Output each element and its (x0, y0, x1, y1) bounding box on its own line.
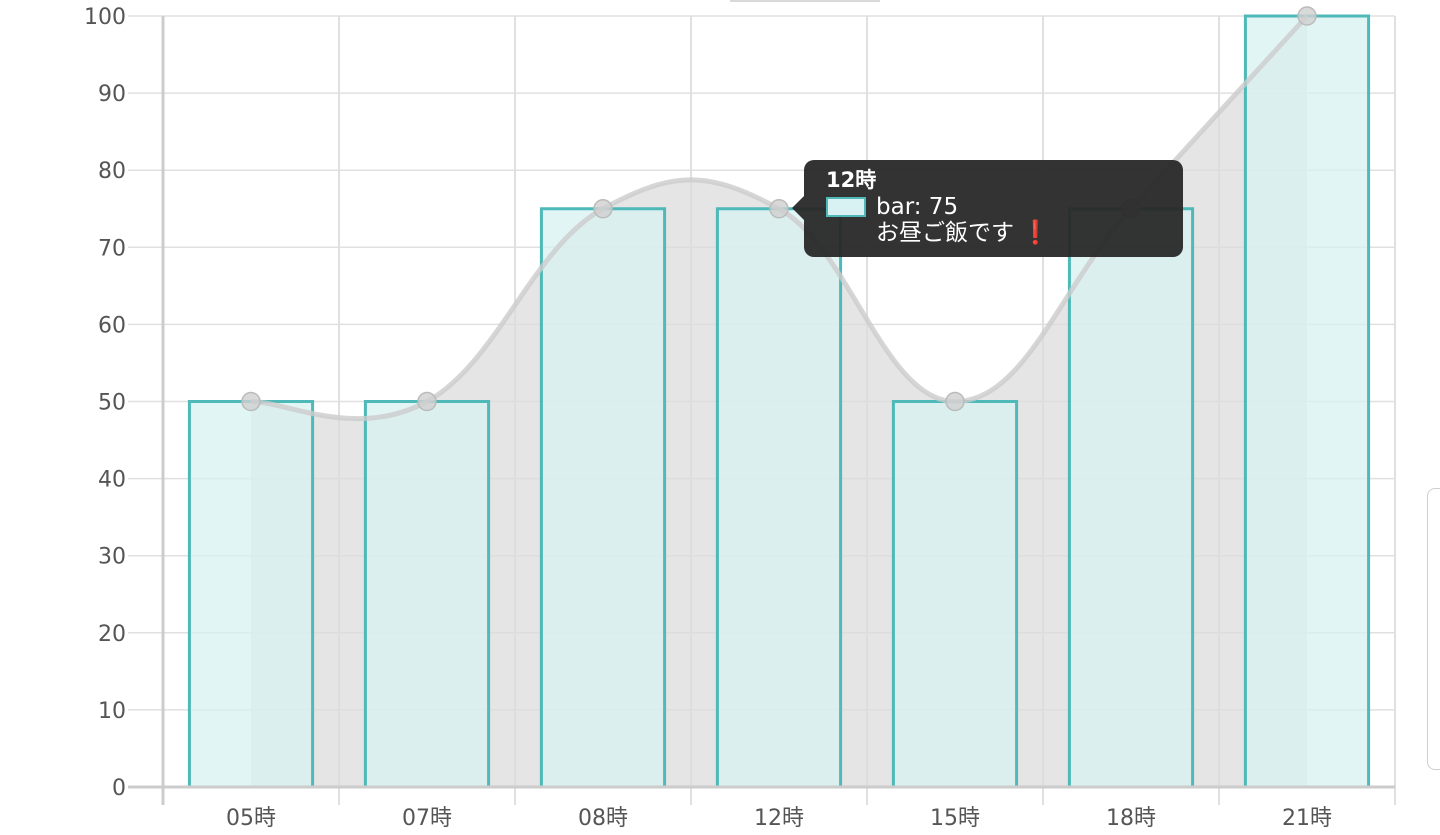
bars (187, 14, 1371, 789)
x-tick-label: 12時 (754, 806, 804, 831)
line-point[interactable] (417, 391, 437, 412)
y-tick-label: 90 (98, 82, 126, 107)
combo-chart: 0 10 20 30 40 50 60 70 80 90 100 05時 07時 08時 12時 15時 18時… (84, 5, 1396, 831)
line-point[interactable] (241, 391, 261, 412)
tooltip-label: bar: 75 (876, 194, 959, 220)
line-point[interactable] (769, 199, 789, 219)
bar[interactable] (891, 400, 1019, 789)
x-tick-label: 07時 (402, 806, 452, 831)
y-tick-label: 100 (84, 5, 126, 30)
y-tick-label: 0 (112, 776, 126, 801)
tooltip-note-text: お昼ご飯です (876, 220, 1014, 246)
y-tick-label: 20 (98, 622, 126, 647)
tooltip-note: お昼ご飯です ❗ (826, 220, 1183, 246)
bar[interactable] (539, 207, 667, 789)
exclamation-icon: ❗ (1021, 220, 1050, 246)
line-point[interactable] (1297, 6, 1317, 26)
x-tick-label: 08時 (578, 806, 628, 831)
y-tick-label: 80 (98, 159, 126, 184)
x-tick-label: 18時 (1106, 806, 1156, 831)
tooltip-row: bar: 75 (826, 194, 1183, 220)
y-tick-label: 10 (98, 699, 126, 724)
bar[interactable] (1067, 207, 1195, 789)
bar[interactable] (715, 207, 843, 789)
x-tick-label: 15時 (930, 806, 980, 831)
y-tick-label: 30 (98, 545, 126, 570)
y-tick-label: 40 (98, 468, 126, 493)
tooltip-swatch (826, 197, 866, 217)
bar[interactable] (363, 400, 491, 789)
side-panel[interactable] (1427, 488, 1440, 770)
tooltip: 12時 bar: 75 お昼ご飯です ❗ (792, 160, 1183, 257)
x-tick-label: 05時 (226, 806, 276, 831)
y-tick-label: 60 (98, 313, 126, 338)
tooltip-title: 12時 (826, 168, 877, 192)
y-tick-label: 50 (98, 391, 126, 416)
x-tick-label: 21時 (1282, 806, 1332, 831)
y-tick-label: 70 (98, 236, 126, 261)
line-point[interactable] (593, 199, 613, 219)
bar[interactable] (187, 400, 315, 789)
bar[interactable] (1243, 14, 1371, 789)
line-point[interactable] (945, 391, 965, 412)
